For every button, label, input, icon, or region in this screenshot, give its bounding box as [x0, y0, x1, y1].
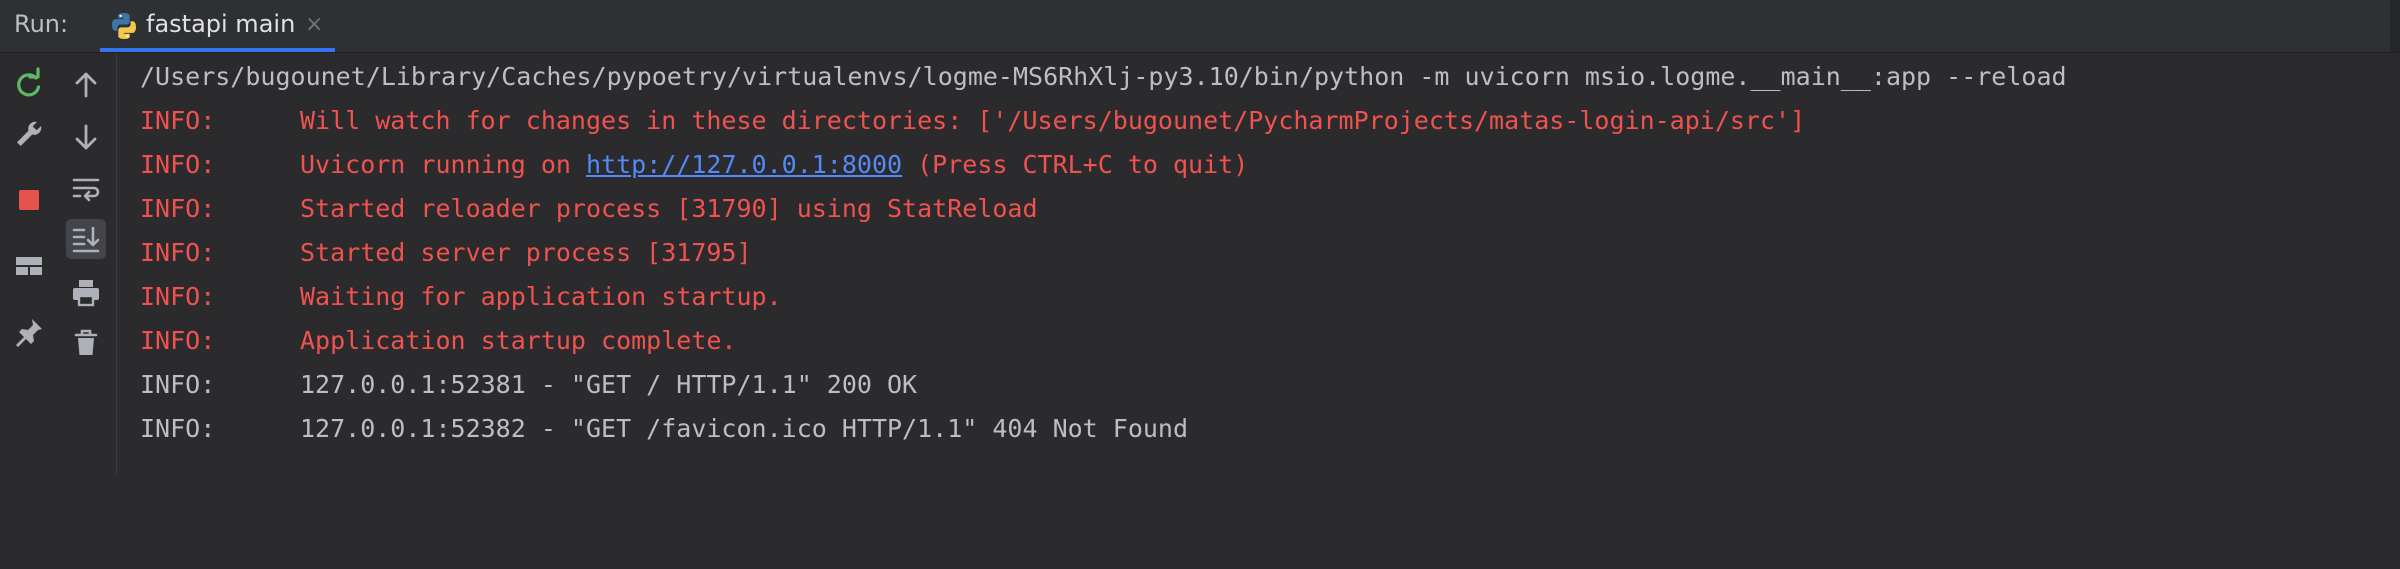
- log-message: 127.0.0.1:52382 - "GET /favicon.ico HTTP…: [300, 414, 1189, 443]
- log-line: INFO: Waiting for application startup.: [140, 277, 782, 317]
- log-level: INFO:: [140, 326, 216, 355]
- log-level: INFO:: [140, 238, 216, 267]
- log-line: INFO: Application startup complete.: [140, 321, 737, 361]
- log-message-suffix: (Press CTRL+C to quit): [902, 150, 1249, 179]
- rerun-icon[interactable]: [11, 66, 47, 102]
- run-tab-fastapi-main[interactable]: fastapi main ×: [100, 0, 335, 52]
- log-message: Started server process [31795]: [300, 238, 752, 267]
- soft-wrap-icon[interactable]: [68, 171, 104, 207]
- trash-icon[interactable]: [68, 325, 104, 361]
- log-message-prefix: Uvicorn running on: [300, 150, 586, 179]
- active-tab-indicator: [100, 48, 335, 52]
- python-icon: [108, 10, 140, 42]
- close-icon[interactable]: ×: [305, 12, 323, 37]
- run-tool-window: Run: fastapi main × /Users/bugounet/Libr…: [0, 0, 2400, 474]
- layout-icon[interactable]: [11, 248, 47, 284]
- log-line: INFO: Uvicorn running on http://127.0.0.…: [140, 145, 1248, 185]
- log-message: Waiting for application startup.: [300, 282, 782, 311]
- log-message: Application startup complete.: [300, 326, 737, 355]
- server-url-link[interactable]: http://127.0.0.1:8000: [586, 150, 902, 179]
- console-actions-toolbar: [56, 53, 117, 474]
- down-arrow-icon[interactable]: [68, 119, 104, 155]
- log-line: INFO: 127.0.0.1:52382 - "GET /favicon.ic…: [140, 409, 1188, 449]
- log-level: INFO:: [140, 150, 216, 179]
- log-line: INFO: Will watch for changes in these di…: [140, 101, 1805, 141]
- up-arrow-icon[interactable]: [68, 67, 104, 103]
- run-toolbar-header: Run: fastapi main ×: [0, 0, 2400, 53]
- run-label: Run:: [14, 10, 69, 38]
- stop-icon[interactable]: [11, 182, 47, 218]
- run-tab-title: fastapi main: [146, 10, 296, 38]
- log-line: INFO: Started server process [31795]: [140, 233, 752, 273]
- print-icon[interactable]: [68, 275, 104, 311]
- command-line: /Users/bugounet/Library/Caches/pypoetry/…: [140, 62, 2067, 91]
- log-level: INFO:: [140, 106, 216, 135]
- log-level: INFO:: [140, 194, 216, 223]
- topbar-edge: [2390, 0, 2400, 52]
- log-message: Will watch for changes in these director…: [300, 106, 1806, 135]
- log-level: INFO:: [140, 414, 216, 443]
- log-level: INFO:: [140, 282, 216, 311]
- log-message: 127.0.0.1:52381 - "GET / HTTP/1.1" 200 O…: [300, 370, 918, 399]
- log-message: Started reloader process [31790] using S…: [300, 194, 1038, 223]
- wrench-icon[interactable]: [11, 116, 47, 152]
- pin-icon[interactable]: [11, 314, 47, 350]
- run-actions-toolbar: [0, 53, 56, 474]
- scroll-to-end-icon[interactable]: [66, 219, 106, 259]
- log-level: INFO:: [140, 370, 216, 399]
- log-line: INFO: 127.0.0.1:52381 - "GET / HTTP/1.1"…: [140, 365, 917, 405]
- log-line: INFO: Started reloader process [31790] u…: [140, 189, 1038, 229]
- console-output[interactable]: /Users/bugounet/Library/Caches/pypoetry/…: [117, 53, 2400, 474]
- log-message: Uvicorn running on http://127.0.0.1:8000…: [300, 145, 1248, 185]
